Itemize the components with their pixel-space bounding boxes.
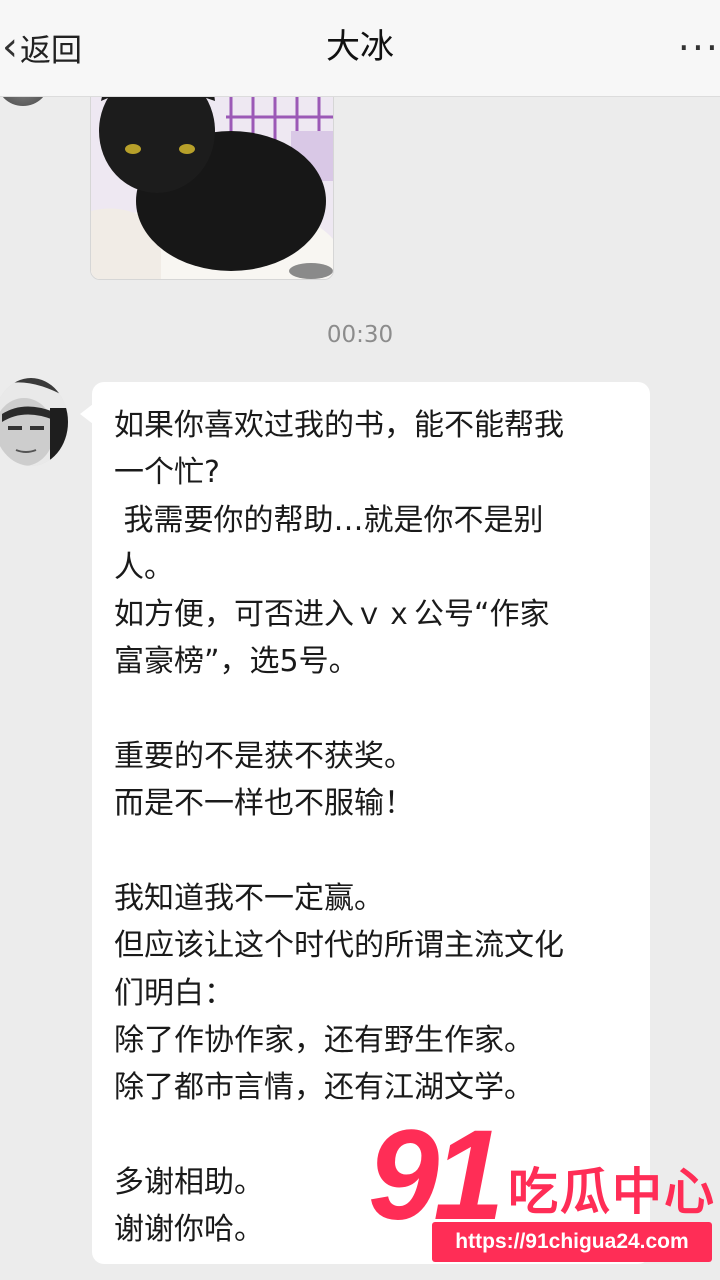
site-watermark: 91 吃瓜中心 https://91chigua24.com <box>368 1106 718 1278</box>
message-line: 我知道我不一定赢。 <box>114 880 384 916</box>
message-line: 富豪榜”，选5号。 <box>114 644 359 680</box>
message-line: 们明白： <box>114 975 234 1011</box>
message-line: 重要的不是获不获奖。 <box>114 739 414 775</box>
message-line: 人。 <box>114 549 174 585</box>
message-line <box>114 828 632 875</box>
navigation-bar: ‹ 返回 大冰 ··· <box>0 0 720 97</box>
chat-title: 大冰 <box>326 27 394 67</box>
message-line <box>114 686 632 733</box>
message-line: 我需要你的帮助…就是你不是别 <box>114 502 544 538</box>
message-line: 而是不一样也不服输！ <box>114 786 414 822</box>
message-line: 但应该让这个时代的所谓主流文化 <box>114 928 564 964</box>
sender-avatar[interactable] <box>0 378 68 466</box>
watermark-url: https://91chigua24.com <box>432 1222 712 1262</box>
message-line: 如果你喜欢过我的书，能不能帮我 <box>114 408 564 443</box>
message-timestamp: 00:30 <box>326 322 394 348</box>
message-line: 一个忙? <box>114 455 220 491</box>
message-line: 除了作协作家，还有野生作家。 <box>114 1022 534 1058</box>
watermark-text: 吃瓜中心 <box>508 1163 716 1221</box>
message-line: 如方便，可否进入ｖｘ公号“作家 <box>114 597 550 633</box>
more-dots-icon[interactable]: ··· <box>678 26 720 70</box>
